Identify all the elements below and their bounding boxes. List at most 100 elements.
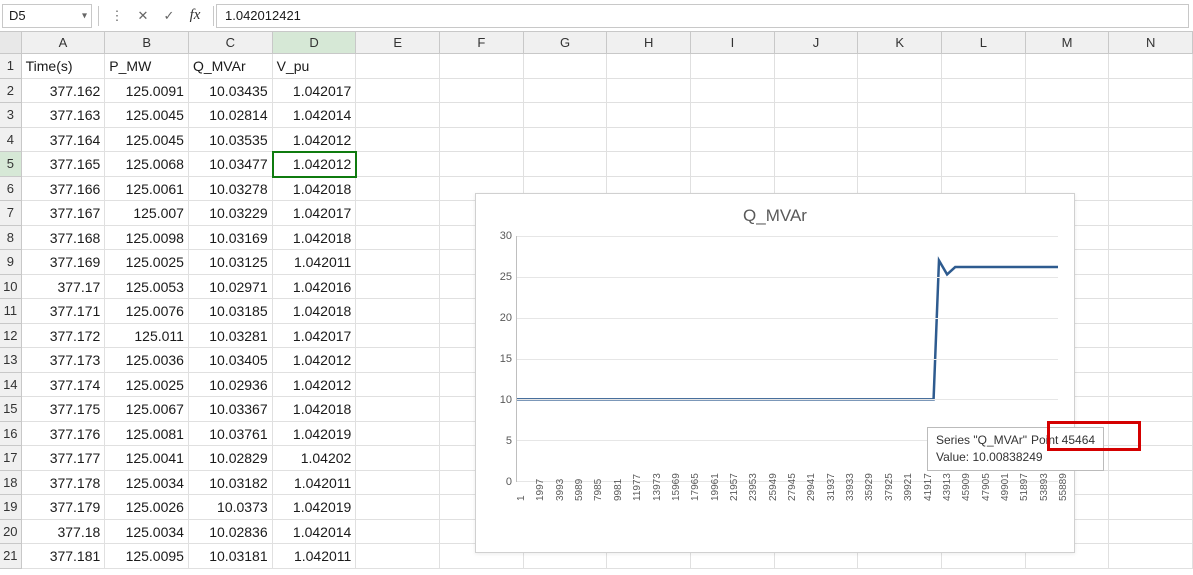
cell-E8[interactable] [356, 226, 440, 251]
cell-F2[interactable] [440, 79, 524, 104]
cell-A16[interactable]: 377.176 [22, 422, 106, 447]
col-header-H[interactable]: H [607, 32, 691, 54]
cell-I1[interactable] [691, 54, 775, 79]
cell-C9[interactable]: 10.03125 [189, 250, 273, 275]
cell-C11[interactable]: 10.03185 [189, 299, 273, 324]
row-header-5[interactable]: 5 [0, 152, 22, 177]
cell-E16[interactable] [356, 422, 440, 447]
col-header-J[interactable]: J [775, 32, 859, 54]
cell-D17[interactable]: 1.04202 [273, 446, 357, 471]
cell-C8[interactable]: 10.03169 [189, 226, 273, 251]
cell-E4[interactable] [356, 128, 440, 153]
cell-D16[interactable]: 1.042019 [273, 422, 357, 447]
cell-B1[interactable]: P_MW [105, 54, 189, 79]
cell-N4[interactable] [1109, 128, 1193, 153]
cell-B11[interactable]: 125.0076 [105, 299, 189, 324]
cell-D21[interactable]: 1.042011 [273, 544, 357, 569]
cell-C20[interactable]: 10.02836 [189, 520, 273, 545]
cell-E5[interactable] [356, 152, 440, 177]
worksheet[interactable]: ABCDEFGHIJKLMN 1Time(s)P_MWQ_MVArV_pu237… [0, 32, 1193, 575]
cell-D12[interactable]: 1.042017 [273, 324, 357, 349]
cell-A21[interactable]: 377.181 [22, 544, 106, 569]
cell-D9[interactable]: 1.042011 [273, 250, 357, 275]
cancel-icon[interactable]: ✕ [131, 4, 155, 28]
cell-K4[interactable] [858, 128, 942, 153]
cell-E15[interactable] [356, 397, 440, 422]
cell-F4[interactable] [440, 128, 524, 153]
cell-E6[interactable] [356, 177, 440, 202]
cell-D8[interactable]: 1.042018 [273, 226, 357, 251]
row-header-13[interactable]: 13 [0, 348, 22, 373]
cell-D6[interactable]: 1.042018 [273, 177, 357, 202]
cell-B9[interactable]: 125.0025 [105, 250, 189, 275]
cell-B14[interactable]: 125.0025 [105, 373, 189, 398]
cell-K2[interactable] [858, 79, 942, 104]
cell-H3[interactable] [607, 103, 691, 128]
cell-D15[interactable]: 1.042018 [273, 397, 357, 422]
col-header-L[interactable]: L [942, 32, 1026, 54]
col-header-D[interactable]: D [273, 32, 357, 54]
cell-B3[interactable]: 125.0045 [105, 103, 189, 128]
cell-A19[interactable]: 377.179 [22, 495, 106, 520]
cell-A10[interactable]: 377.17 [22, 275, 106, 300]
cell-N5[interactable] [1109, 152, 1193, 177]
cell-N11[interactable] [1109, 299, 1193, 324]
cell-C17[interactable]: 10.02829 [189, 446, 273, 471]
cell-C4[interactable]: 10.03535 [189, 128, 273, 153]
cell-E18[interactable] [356, 471, 440, 496]
cell-E19[interactable] [356, 495, 440, 520]
cell-F3[interactable] [440, 103, 524, 128]
row-header-3[interactable]: 3 [0, 103, 22, 128]
cell-B19[interactable]: 125.0026 [105, 495, 189, 520]
cell-H5[interactable] [607, 152, 691, 177]
select-all-corner[interactable] [0, 32, 22, 54]
cell-G3[interactable] [524, 103, 608, 128]
cell-A5[interactable]: 377.165 [22, 152, 106, 177]
col-header-F[interactable]: F [440, 32, 524, 54]
cell-N17[interactable] [1109, 446, 1193, 471]
cell-E3[interactable] [356, 103, 440, 128]
cell-N9[interactable] [1109, 250, 1193, 275]
cell-B5[interactable]: 125.0068 [105, 152, 189, 177]
cell-B20[interactable]: 125.0034 [105, 520, 189, 545]
cell-A9[interactable]: 377.169 [22, 250, 106, 275]
row-header-15[interactable]: 15 [0, 397, 22, 422]
cell-B4[interactable]: 125.0045 [105, 128, 189, 153]
col-header-N[interactable]: N [1109, 32, 1193, 54]
cell-C19[interactable]: 10.0373 [189, 495, 273, 520]
enter-icon[interactable]: ✓ [157, 4, 181, 28]
cell-A8[interactable]: 377.168 [22, 226, 106, 251]
row-header-21[interactable]: 21 [0, 544, 22, 569]
cell-B12[interactable]: 125.011 [105, 324, 189, 349]
cell-E14[interactable] [356, 373, 440, 398]
cell-G1[interactable] [524, 54, 608, 79]
row-header-10[interactable]: 10 [0, 275, 22, 300]
cell-L4[interactable] [942, 128, 1026, 153]
cell-A2[interactable]: 377.162 [22, 79, 106, 104]
cell-D5[interactable]: 1.042012 [273, 152, 357, 177]
cell-A11[interactable]: 377.171 [22, 299, 106, 324]
cell-E9[interactable] [356, 250, 440, 275]
row-header-12[interactable]: 12 [0, 324, 22, 349]
cell-E17[interactable] [356, 446, 440, 471]
cell-D20[interactable]: 1.042014 [273, 520, 357, 545]
cell-B16[interactable]: 125.0081 [105, 422, 189, 447]
cell-B8[interactable]: 125.0098 [105, 226, 189, 251]
cell-N1[interactable] [1109, 54, 1193, 79]
cell-B13[interactable]: 125.0036 [105, 348, 189, 373]
cell-A6[interactable]: 377.166 [22, 177, 106, 202]
cell-B6[interactable]: 125.0061 [105, 177, 189, 202]
more-icon[interactable]: ⋮ [105, 4, 129, 28]
col-header-I[interactable]: I [691, 32, 775, 54]
cell-B10[interactable]: 125.0053 [105, 275, 189, 300]
cell-J1[interactable] [775, 54, 859, 79]
cell-E13[interactable] [356, 348, 440, 373]
cell-A18[interactable]: 377.178 [22, 471, 106, 496]
cell-K1[interactable] [858, 54, 942, 79]
embedded-chart[interactable]: Q_MVAr 051015202530 11997399359897985998… [475, 193, 1075, 553]
cell-D19[interactable]: 1.042019 [273, 495, 357, 520]
cell-C14[interactable]: 10.02936 [189, 373, 273, 398]
cell-D7[interactable]: 1.042017 [273, 201, 357, 226]
cell-C3[interactable]: 10.02814 [189, 103, 273, 128]
cell-C15[interactable]: 10.03367 [189, 397, 273, 422]
